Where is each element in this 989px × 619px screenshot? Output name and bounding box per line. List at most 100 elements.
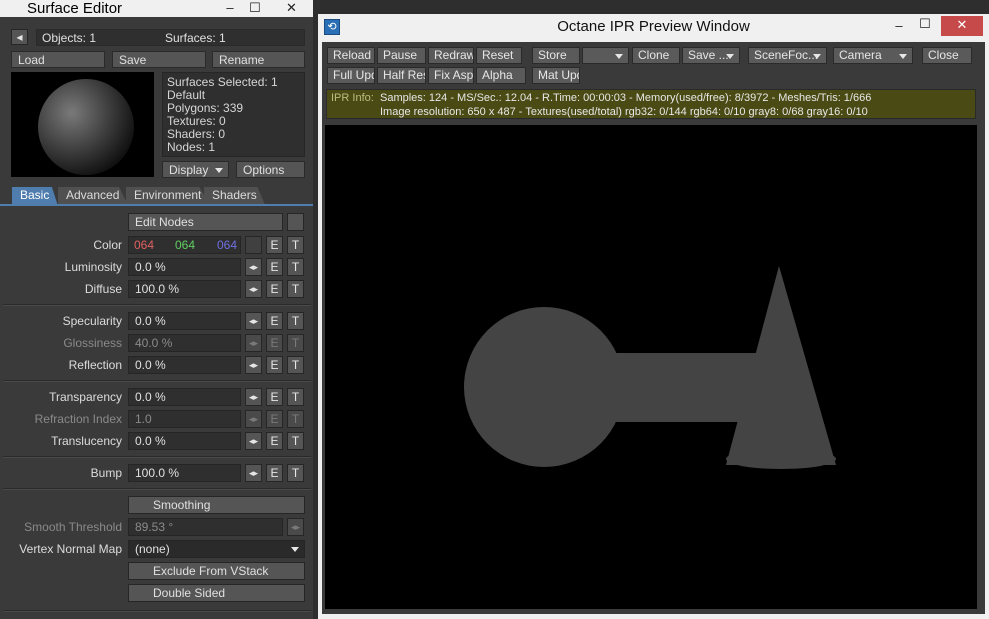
clone-button[interactable]: Clone — [632, 47, 680, 64]
collapse-arrow-icon[interactable]: ◂ — [11, 29, 28, 45]
reset-button[interactable]: Reset — [476, 47, 522, 64]
transparency-texture-button[interactable]: T — [287, 388, 304, 406]
ipr-titlebar[interactable]: ⟲ Octane IPR Preview Window – ☐ ✕ — [318, 14, 989, 42]
ipr-close-button[interactable]: ✕ — [941, 16, 983, 36]
load-button[interactable]: Load — [11, 51, 105, 68]
transparency-field[interactable]: 0.0 % — [128, 388, 241, 406]
smooth-threshold-field[interactable]: 89.53 ° — [128, 518, 283, 536]
ipr-content: Reload Pause Redraw Reset Store Clone Sa… — [322, 42, 985, 614]
tab-environment[interactable]: Environment — [126, 187, 210, 204]
bump-field[interactable]: 100.0 % — [128, 464, 241, 482]
mat-update-toggle[interactable]: Mat Upd — [532, 67, 580, 84]
transparency-envelope-button[interactable]: E — [266, 388, 283, 406]
chevron-down-icon — [899, 54, 907, 59]
diffuse-stepper[interactable]: ◂▸ — [245, 280, 262, 298]
nodes-toggle-button[interactable] — [287, 213, 304, 231]
tab-advanced[interactable]: Advanced — [58, 187, 128, 204]
maximize-button[interactable]: ☐ — [245, 0, 265, 17]
divider — [3, 456, 311, 458]
specularity-texture-button[interactable]: T — [287, 312, 304, 330]
refraction-index-stepper[interactable]: ◂▸ — [245, 410, 262, 428]
pause-button[interactable]: Pause — [377, 47, 426, 64]
ipr-maximize-button[interactable]: ☐ — [914, 16, 936, 33]
edit-nodes-button[interactable]: Edit Nodes — [128, 213, 283, 231]
ipr-render-view[interactable] — [325, 125, 977, 609]
full-update-toggle[interactable]: Full Upd. — [327, 67, 375, 84]
save-dropdown-label: Save ... — [688, 48, 729, 62]
diffuse-envelope-button[interactable]: E — [266, 280, 283, 298]
reflection-stepper[interactable]: ◂▸ — [245, 356, 262, 374]
save-button[interactable]: Save — [112, 51, 206, 68]
luminosity-texture-button[interactable]: T — [287, 258, 304, 276]
surface-editor-title: Surface Editor — [27, 0, 123, 17]
translucency-envelope-button[interactable]: E — [266, 432, 283, 450]
specularity-envelope-button[interactable]: E — [266, 312, 283, 330]
diffuse-texture-button[interactable]: T — [287, 280, 304, 298]
rename-button[interactable]: Rename — [212, 51, 305, 68]
glossiness-field[interactable]: 40.0 % — [128, 334, 241, 352]
reflection-field[interactable]: 0.0 % — [128, 356, 241, 374]
color-red-value[interactable]: 064 — [134, 237, 154, 254]
color-green-value[interactable]: 064 — [175, 237, 195, 254]
divider — [3, 488, 311, 490]
scene-focus-dropdown[interactable]: SceneFoc... — [748, 47, 827, 64]
exclude-vstack-toggle[interactable]: Exclude From VStack — [128, 562, 305, 580]
alpha-toggle[interactable]: Alpha — [476, 67, 526, 84]
close-button[interactable]: ✕ — [270, 0, 313, 17]
transparency-stepper[interactable]: ◂▸ — [245, 388, 262, 406]
double-sided-toggle[interactable]: Double Sided — [128, 584, 305, 602]
translucency-stepper[interactable]: ◂▸ — [245, 432, 262, 450]
redraw-button[interactable]: Redraw — [428, 47, 474, 64]
tab-shaders[interactable]: Shaders — [204, 187, 265, 204]
bump-texture-button[interactable]: T — [287, 464, 304, 482]
glossiness-stepper[interactable]: ◂▸ — [245, 334, 262, 352]
color-blue-value[interactable]: 064 — [217, 237, 237, 254]
refraction-index-envelope-button[interactable]: E — [266, 410, 283, 428]
camera-dropdown[interactable]: Camera — [833, 47, 913, 64]
glossiness-envelope-button[interactable]: E — [266, 334, 283, 352]
reload-button[interactable]: Reload — [327, 47, 375, 64]
display-dropdown[interactable]: Display — [162, 161, 229, 178]
vertex-normal-map-dropdown[interactable]: (none) — [128, 540, 305, 558]
smooth-threshold-stepper[interactable]: ◂▸ — [287, 518, 304, 536]
surface-editor-titlebar[interactable]: Surface Editor – ☐ ✕ — [0, 0, 313, 17]
specularity-stepper[interactable]: ◂▸ — [245, 312, 262, 330]
save-dropdown[interactable]: Save ... — [682, 47, 740, 64]
bump-envelope-button[interactable]: E — [266, 464, 283, 482]
camera-label: Camera — [839, 48, 882, 62]
tab-basic[interactable]: Basic — [12, 187, 58, 204]
store-button[interactable]: Store — [532, 47, 580, 64]
objects-count: Objects: 1 — [42, 31, 97, 45]
objects-surfaces-bar[interactable]: Objects: 1 Surfaces: 1 — [36, 29, 305, 46]
half-res-toggle[interactable]: Half Res — [377, 67, 426, 84]
luminosity-stepper[interactable]: ◂▸ — [245, 258, 262, 276]
color-swatch[interactable] — [245, 236, 262, 254]
luminosity-field[interactable]: 0.0 % — [128, 258, 241, 276]
chevron-down-icon — [615, 54, 623, 59]
translucency-field[interactable]: 0.0 % — [128, 432, 241, 450]
color-texture-button[interactable]: T — [287, 236, 304, 254]
divider — [3, 380, 311, 382]
specularity-field[interactable]: 0.0 % — [128, 312, 241, 330]
smoothing-toggle[interactable]: Smoothing — [128, 496, 305, 514]
refraction-index-texture-button[interactable]: T — [287, 410, 304, 428]
refraction-index-field[interactable]: 1.0 — [128, 410, 241, 428]
color-field[interactable]: 064 064 064 — [128, 236, 241, 254]
fix-aspect-toggle[interactable]: Fix Asp. — [428, 67, 474, 84]
diffuse-field[interactable]: 100.0 % — [128, 280, 241, 298]
color-envelope-button[interactable]: E — [266, 236, 283, 254]
render-sphere — [464, 307, 624, 467]
translucency-texture-button[interactable]: T — [287, 432, 304, 450]
transparency-label: Transparency — [49, 390, 122, 404]
ipr-minimize-button[interactable]: – — [888, 18, 910, 35]
minimize-button[interactable]: – — [220, 0, 240, 17]
reflection-texture-button[interactable]: T — [287, 356, 304, 374]
bump-stepper[interactable]: ◂▸ — [245, 464, 262, 482]
store-slot-dropdown[interactable] — [582, 47, 629, 64]
ipr-info-panel: IPR Info: Samples: 124 - MS/Sec.: 12.04 … — [326, 89, 976, 119]
options-button[interactable]: Options — [236, 161, 305, 178]
glossiness-texture-button[interactable]: T — [287, 334, 304, 352]
reflection-envelope-button[interactable]: E — [266, 356, 283, 374]
luminosity-envelope-button[interactable]: E — [266, 258, 283, 276]
ipr-close-toolbar-button[interactable]: Close — [922, 47, 972, 64]
